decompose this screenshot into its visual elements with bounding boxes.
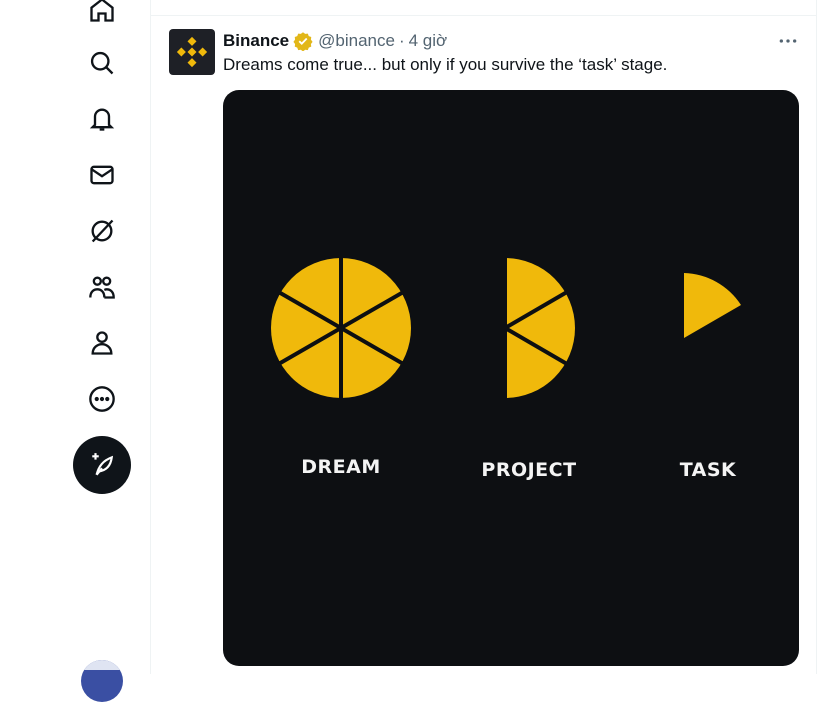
- sidebar-nav: [0, 0, 150, 702]
- project-half-pie: [503, 256, 575, 400]
- author-avatar[interactable]: [169, 29, 215, 75]
- verified-badge-icon: [293, 31, 313, 51]
- grok-icon[interactable]: [86, 215, 118, 247]
- column-divider-right: [816, 0, 817, 674]
- communities-icon[interactable]: [86, 271, 118, 303]
- tweet-media-image[interactable]: DREAM PROJECT TASK: [223, 90, 799, 666]
- messages-icon[interactable]: [86, 159, 118, 191]
- tweet-timestamp[interactable]: 4 giờ: [409, 31, 448, 51]
- pie-illustration: [271, 256, 741, 400]
- compose-post-button[interactable]: [73, 436, 131, 494]
- account-avatar[interactable]: [81, 660, 123, 702]
- binance-logo-icon: [176, 36, 208, 68]
- notifications-icon[interactable]: [86, 103, 118, 135]
- previous-post-edge: [151, 0, 816, 16]
- tweet-text: Dreams come true... but only if you surv…: [223, 55, 668, 74]
- more-options-button[interactable]: [776, 30, 800, 52]
- tweet-header: Binance @binance · 4 giờ: [223, 30, 447, 52]
- author-name[interactable]: Binance: [223, 31, 289, 51]
- profile-icon[interactable]: [86, 327, 118, 359]
- task-single-slice: [684, 273, 741, 338]
- compose-feather-icon: [92, 453, 114, 476]
- tweet[interactable]: Binance @binance · 4 giờ Dreams come tru…: [151, 16, 816, 674]
- project-label: PROJECT: [481, 459, 577, 481]
- ellipsis-icon: [779, 39, 797, 43]
- dream-label: DREAM: [301, 456, 381, 478]
- dream-full-pie: [271, 256, 411, 400]
- search-icon[interactable]: [86, 47, 118, 79]
- more-icon[interactable]: [86, 383, 118, 415]
- task-label: TASK: [679, 459, 737, 481]
- author-handle[interactable]: @binance: [318, 31, 395, 51]
- home-icon[interactable]: [86, 0, 118, 26]
- separator-dot: ·: [398, 31, 405, 50]
